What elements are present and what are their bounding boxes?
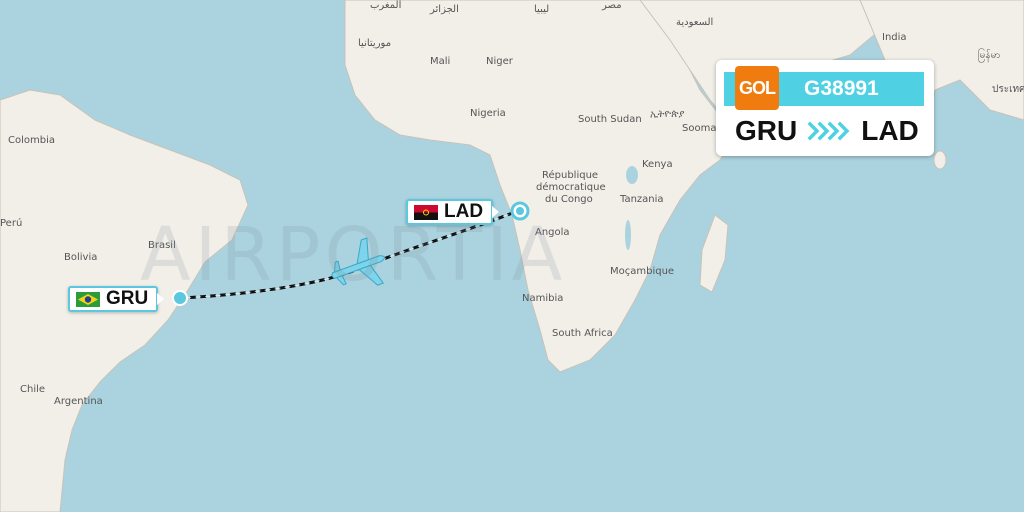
map[interactable]: Colombia Perú Bolivia Brasil Chile Argen…	[0, 0, 1024, 512]
label-india: India	[882, 32, 907, 43]
label-ethiopia: ኢትዮጵያ	[650, 109, 684, 120]
card-destination: LAD	[861, 115, 919, 146]
lake-malawi	[625, 220, 631, 250]
flight-number: G38991	[804, 77, 879, 100]
label-chile: Chile	[20, 384, 45, 395]
label-mauritania: موريتانيا	[358, 38, 391, 49]
label-niger: Niger	[486, 56, 514, 67]
origin-code: GRU	[106, 288, 149, 309]
destination-label[interactable]: LAD	[406, 199, 500, 225]
label-peru: Perú	[0, 217, 22, 229]
airline-logo: GOL	[735, 66, 779, 110]
card-origin: GRU	[735, 115, 798, 146]
label-angola: Angola	[535, 227, 570, 238]
label-egypt: مصر	[601, 0, 622, 11]
chevron-arrows-icon	[807, 121, 851, 141]
label-argentina: Argentina	[54, 396, 103, 407]
label-mozambique: Moçambique	[610, 266, 674, 277]
brazil-flag-icon	[76, 291, 100, 307]
label-libya: ليبيا	[534, 4, 549, 15]
label-bolivia: Bolivia	[64, 252, 97, 263]
origin-label[interactable]: GRU	[68, 286, 165, 312]
sri-lanka	[933, 150, 947, 170]
label-myanmar: မြန်မာ	[978, 47, 1000, 63]
flight-card[interactable]: GOL G38991 GRU LAD	[716, 60, 934, 156]
label-drc-3: du Congo	[545, 194, 593, 205]
destination-code: LAD	[444, 201, 484, 222]
label-brasil: Brasil	[148, 240, 176, 251]
label-saudi: السعودية	[676, 17, 713, 28]
label-south-sudan: South Sudan	[578, 114, 642, 125]
label-namibia: Namibia	[522, 293, 563, 304]
label-drc-2: démocratique	[536, 181, 606, 193]
label-mali: Mali	[430, 56, 450, 67]
angola-flag-icon	[414, 204, 438, 220]
lake-victoria	[626, 166, 638, 184]
label-south-africa: South Africa	[552, 328, 613, 339]
card-route: GRU LAD	[735, 114, 919, 148]
label-thailand: ประเทศ	[992, 84, 1024, 95]
label-drc-1: République	[542, 169, 598, 181]
label-tanzania: Tanzania	[619, 194, 664, 205]
label-kenya: Kenya	[642, 159, 673, 170]
label-algeria: الجزائر	[429, 4, 459, 15]
destination-marker-center	[516, 207, 524, 215]
label-morocco: المغرب	[370, 0, 401, 11]
origin-marker[interactable]	[172, 290, 188, 306]
label-nigeria: Nigeria	[470, 108, 506, 119]
label-colombia: Colombia	[8, 135, 55, 146]
